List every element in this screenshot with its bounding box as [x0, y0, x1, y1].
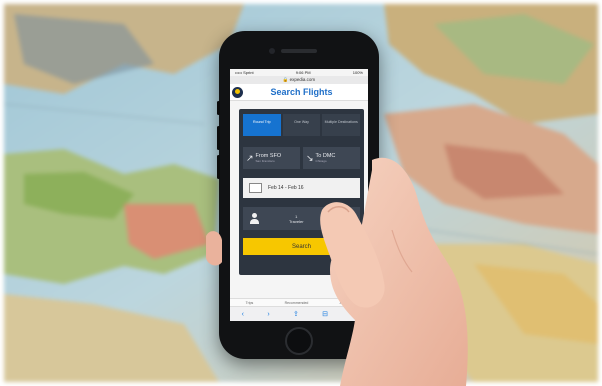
- hand: [206, 157, 468, 386]
- photo-scene: ••••• Sprint 9:06 PM 100% 🔒 expedia.com …: [0, 0, 602, 386]
